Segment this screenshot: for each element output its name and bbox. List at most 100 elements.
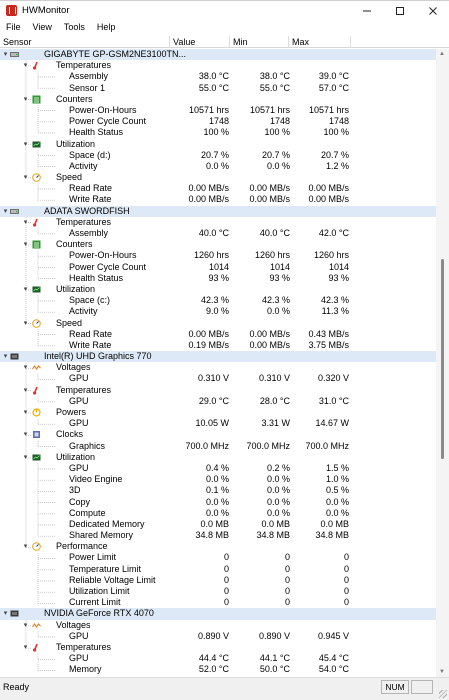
sensor-row[interactable]: GPU 0.4 % 0.2 % 1.5 % <box>0 463 436 474</box>
sensor-group-row[interactable]: ▾ Temperatures <box>0 642 436 653</box>
collapse-arrow-icon[interactable]: ▾ <box>22 241 29 248</box>
column-header-min[interactable]: Min <box>230 36 289 48</box>
sensor-row[interactable]: Power-On-Hours 1260 hrs 1260 hrs 1260 hrs <box>0 250 436 261</box>
sensor-row[interactable]: Power Cycle Count 1748 1748 1748 <box>0 116 436 127</box>
sensor-row[interactable]: Memory 52.0 °C 50.0 °C 54.0 °C <box>0 664 436 675</box>
menu-tools[interactable]: Tools <box>58 22 91 32</box>
collapse-arrow-icon[interactable]: ▾ <box>22 219 29 226</box>
sensor-row[interactable]: Write Rate 0.00 MB/s 0.00 MB/s 0.00 MB/s <box>0 194 436 205</box>
sensor-row[interactable]: GPU 0.890 V 0.890 V 0.945 V <box>0 631 436 642</box>
sensor-row[interactable]: Video Engine 0.0 % 0.0 % 1.0 % <box>0 474 436 485</box>
sensor-row[interactable]: Assembly 40.0 °C 40.0 °C 42.0 °C <box>0 228 436 239</box>
sensor-max: 0.320 V <box>317 373 349 384</box>
sensor-row[interactable]: GPU 44.4 °C 44.1 °C 45.4 °C <box>0 653 436 664</box>
sensor-row[interactable]: Temperature Limit 0 0 0 <box>0 564 436 575</box>
collapse-arrow-icon[interactable]: ▾ <box>2 353 9 360</box>
sensor-row[interactable]: Utilization Limit 0 0 0 <box>0 586 436 597</box>
menu-help[interactable]: Help <box>91 22 122 32</box>
device-row[interactable]: ▾ Intel(R) UHD Graphics 770 <box>0 351 436 363</box>
sensor-value: 1748 <box>208 116 229 127</box>
sensor-row[interactable]: GPU 10.05 W 3.31 W 14.67 W <box>0 418 436 429</box>
sensor-group-row[interactable]: ▾ Clocks <box>0 429 436 440</box>
sensor-group-row[interactable]: ▾ Voltages <box>0 362 436 373</box>
collapse-arrow-icon[interactable]: ▾ <box>22 543 29 550</box>
sensor-label: GPU <box>69 630 89 641</box>
sensor-row[interactable]: Health Status 100 % 100 % 100 % <box>0 127 436 138</box>
sensor-row[interactable]: Activity 0.0 % 0.0 % 1.2 % <box>0 161 436 172</box>
sensor-row[interactable]: Health Status 93 % 93 % 93 % <box>0 273 436 284</box>
sensor-group-row[interactable]: ▾ Performance <box>0 541 436 552</box>
collapse-arrow-icon[interactable]: ▾ <box>2 51 9 58</box>
sensor-row[interactable]: Shared Memory 34.8 MB 34.8 MB 34.8 MB <box>0 530 436 541</box>
sensor-group-row[interactable]: ▾ Temperatures <box>0 217 436 228</box>
scroll-down-arrow-icon[interactable]: ▼ <box>439 669 445 675</box>
sensor-group-row[interactable]: ▾ Utilization <box>0 139 436 150</box>
collapse-arrow-icon[interactable]: ▾ <box>2 610 9 617</box>
sensor-row[interactable]: Graphics 700.0 MHz 700.0 MHz 700.0 MHz <box>0 441 436 452</box>
maximize-icon[interactable] <box>383 1 416 20</box>
sensor-row[interactable]: 3D 0.1 % 0.0 % 0.5 % <box>0 485 436 496</box>
sensor-row[interactable]: GPU 0.310 V 0.310 V 0.320 V <box>0 373 436 384</box>
sensor-group-row[interactable]: ▾ Counters <box>0 94 436 105</box>
device-row[interactable]: ▾ NVIDIA GeForce RTX 4070 <box>0 608 436 620</box>
sensor-row[interactable]: Power Limit 0 0 0 <box>0 552 436 563</box>
sensor-group-row[interactable]: ▾ Counters <box>0 239 436 250</box>
sensor-row[interactable]: Current Limit 0 0 0 <box>0 597 436 608</box>
collapse-arrow-icon[interactable]: ▾ <box>22 286 29 293</box>
sensor-max: 34.8 MB <box>315 530 349 541</box>
collapse-arrow-icon[interactable]: ▾ <box>22 644 29 651</box>
sensor-label: Activity <box>69 306 98 317</box>
vertical-scrollbar[interactable]: ▲ ▼ <box>436 49 449 677</box>
column-header-max[interactable]: Max <box>289 36 351 48</box>
column-header-value[interactable]: Value <box>170 36 230 48</box>
menu-view[interactable]: View <box>27 22 58 32</box>
sensor-row[interactable]: Read Rate 0.00 MB/s 0.00 MB/s 0.00 MB/s <box>0 183 436 194</box>
sensor-group-row[interactable]: ▾ Temperatures <box>0 385 436 396</box>
sensor-group-row[interactable]: ▾ Temperatures <box>0 60 436 71</box>
collapse-arrow-icon[interactable]: ▾ <box>22 409 29 416</box>
device-row[interactable]: ▾ GIGABYTE GP-GSM2NE3100TN... <box>0 49 436 61</box>
collapse-arrow-icon[interactable]: ▾ <box>22 387 29 394</box>
sensor-group-row[interactable]: ▾ Powers <box>0 407 436 418</box>
collapse-arrow-icon[interactable]: ▾ <box>22 454 29 461</box>
sensor-row[interactable]: Dedicated Memory 0.0 MB 0.0 MB 0.0 MB <box>0 519 436 530</box>
collapse-arrow-icon[interactable]: ▾ <box>22 62 29 69</box>
close-icon[interactable] <box>416 1 449 20</box>
sensor-value: 0.0 % <box>205 496 229 507</box>
sensor-row[interactable]: Sensor 1 55.0 °C 55.0 °C 57.0 °C <box>0 83 436 94</box>
sensor-row[interactable]: GPU 29.0 °C 28.0 °C 31.0 °C <box>0 396 436 407</box>
column-header-sensor[interactable]: Sensor <box>0 36 170 48</box>
sensor-row[interactable]: Reliable Voltage Limit 0 0 0 <box>0 575 436 586</box>
scrollbar-thumb[interactable] <box>441 259 444 459</box>
sensor-min: 0 <box>284 586 290 596</box>
sensor-row[interactable]: Activity 9.0 % 0.0 % 11.3 % <box>0 306 436 317</box>
sensor-row[interactable]: Copy 0.0 % 0.0 % 0.0 % <box>0 497 436 508</box>
sensor-row[interactable]: Space (d:) 20.7 % 20.7 % 20.7 % <box>0 150 436 161</box>
sensor-group-row[interactable]: ▾ Voltages <box>0 620 436 631</box>
resize-grip-icon[interactable] <box>439 690 447 698</box>
sensor-row[interactable]: Read Rate 0.00 MB/s 0.00 MB/s 0.43 MB/s <box>0 329 436 340</box>
sensor-row[interactable]: Space (c:) 42.3 % 42.3 % 42.3 % <box>0 295 436 306</box>
sensor-row[interactable]: Power Cycle Count 1014 1014 1014 <box>0 262 436 273</box>
collapse-arrow-icon[interactable]: ▾ <box>2 208 9 215</box>
sensor-group-row[interactable]: ▾ Utilization <box>0 284 436 295</box>
collapse-arrow-icon[interactable]: ▾ <box>22 96 29 103</box>
collapse-arrow-icon[interactable]: ▾ <box>22 320 29 327</box>
device-row[interactable]: ▾ ADATA SWORDFISH <box>0 205 436 217</box>
sensor-row[interactable]: Compute 0.0 % 0.0 % 0.0 % <box>0 508 436 519</box>
sensor-row[interactable]: Power-On-Hours 10571 hrs 10571 hrs 10571 hr… <box>0 105 436 116</box>
sensor-row[interactable]: Write Rate 0.19 MB/s 0.00 MB/s 3.75 MB/s <box>0 340 436 351</box>
collapse-arrow-icon[interactable]: ▾ <box>22 364 29 371</box>
sensor-group-row[interactable]: ▾ Speed <box>0 318 436 329</box>
collapse-arrow-icon[interactable]: ▾ <box>22 141 29 148</box>
menu-file[interactable]: File <box>0 22 27 32</box>
sensor-tree[interactable]: ▾ GIGABYTE GP-GSM2NE3100TN... ▾ Temperature… <box>0 49 436 677</box>
sensor-group-row[interactable]: ▾ Utilization <box>0 452 436 463</box>
scroll-up-arrow-icon[interactable]: ▲ <box>439 51 445 57</box>
sensor-row[interactable]: Assembly 38.0 °C 38.0 °C 39.0 °C <box>0 71 436 82</box>
collapse-arrow-icon[interactable]: ▾ <box>22 431 29 438</box>
minimize-icon[interactable] <box>350 1 383 20</box>
sensor-group-row[interactable]: ▾ Speed <box>0 172 436 183</box>
collapse-arrow-icon[interactable]: ▾ <box>22 622 29 629</box>
collapse-arrow-icon[interactable]: ▾ <box>22 174 29 181</box>
